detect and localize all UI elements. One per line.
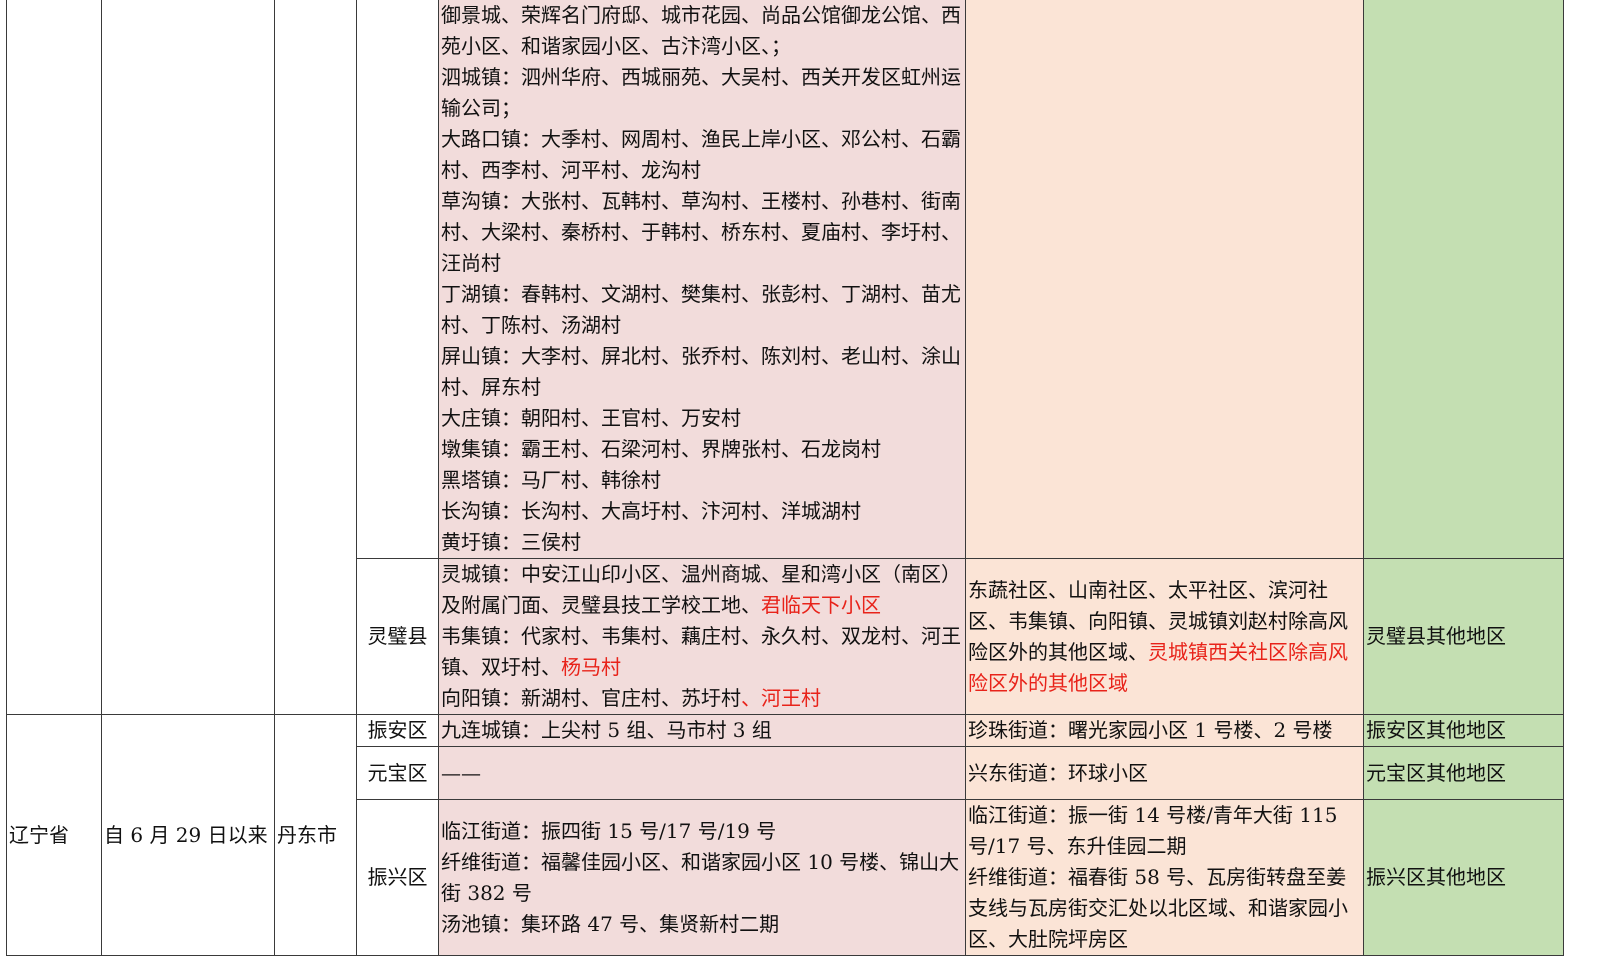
low-risk-line: 兴东街道：环球小区 (968, 760, 1148, 785)
mid-risk-line: 黄圩镇：三侯村 (441, 530, 581, 554)
district-cell: 元宝区 (356, 746, 439, 800)
low-risk-line: 纤维街道：福春街 58 号、瓦房街转盘至姜支线与瓦房街交汇处以北区域、和谐家园小… (968, 865, 1348, 951)
mid-risk-list: 御景城、荣辉名门府邸、城市花园、尚品公馆御龙公馆、西苑小区、和谐家园小区、古汴湾… (441, 0, 963, 558)
district-name: 振安区 (367, 718, 428, 742)
risk-area-table: 御景城、荣辉名门府邸、城市花园、尚品公馆御龙公馆、西苑小区、和谐家园小区、古汴湾… (6, 0, 1564, 956)
low-risk-line: 临江街道：振一街 14 号楼/青年大街 115 号/17 号、东升佳园二期 (968, 803, 1338, 858)
mid-risk-line: 屏山镇：大李村、屏北村、张乔村、陈刘村、老山村、涂山村、屏东村 (441, 344, 961, 399)
normal-area-text: 振兴区其他地区 (1366, 865, 1506, 889)
normal-cell: 元宝区其他地区 (1363, 746, 1564, 800)
table-row: 辽宁省 自 6 月 29 日以来 丹东市 振安区 九连城镇：上尖村 5 组、马市… (6, 714, 1564, 956)
province-name: 辽宁省 (9, 822, 69, 847)
mid-risk-line: 向阳镇：新湖村、官庄村、苏圩村、河王村 (441, 686, 821, 710)
mid-risk-line: 纤维街道：福馨佳园小区、和谐家园小区 10 号楼、锦山大街 382 号 (441, 849, 960, 905)
province-cell: 辽宁省 (6, 714, 102, 956)
mid-risk-line: 大庄镇：朝阳村、王官村、万安村 (441, 406, 741, 430)
normal-area-text: 元宝区其他地区 (1366, 760, 1506, 785)
mid-risk-line: 墩集镇：霸王村、石梁河村、界牌张村、石龙岗村 (441, 437, 881, 461)
district-cell: 振安区 (356, 714, 439, 747)
normal-area-text: 灵璧县其他地区 (1366, 624, 1506, 648)
period-cell-prev (101, 0, 275, 715)
city-cell: 丹东市 (274, 714, 357, 956)
mid-risk-line: 草沟镇：大张村、瓦韩村、草沟村、王楼村、孙巷村、街南村、大梁村、秦桥村、于韩村、… (441, 189, 961, 275)
district-name: 灵璧县 (367, 624, 428, 648)
normal-cell: 振兴区其他地区 (1363, 799, 1564, 956)
mid-risk-cell: —— (438, 746, 966, 800)
mid-risk-line: 韦集镇：代家村、韦集村、藕庄村、永久村、双龙村、河王镇、双圩村、杨马村 (441, 624, 961, 679)
mid-risk-cell: 临江街道：振四街 15 号/17 号/19 号 纤维街道：福馨佳园小区、和谐家园… (438, 799, 966, 956)
mid-risk-line: 丁湖镇：春韩村、文湖村、樊集村、张彭村、丁湖村、苗尤村、丁陈村、汤湖村 (441, 282, 961, 337)
highlighted-place: 、河王村 (741, 686, 821, 710)
low-risk-cell-top (965, 0, 1364, 559)
city-name: 丹东市 (277, 822, 337, 847)
normal-cell: 振安区其他地区 (1363, 714, 1564, 747)
mid-risk-line: 泗城镇：泗州华府、西城丽苑、大吴村、西关开发区虹州运输公司； (441, 65, 961, 120)
mid-risk-line: 大路口镇：大季村、网周村、渔民上岸小区、邓公村、石霸村、西李村、河平村、龙沟村 (441, 127, 961, 182)
highlighted-place: 君临天下小区 (761, 593, 881, 617)
mid-risk-line: —— (441, 760, 481, 785)
mid-risk-cell: 九连城镇：上尖村 5 组、马市村 3 组 (438, 714, 966, 747)
normal-area-text: 振安区其他地区 (1366, 718, 1506, 742)
mid-risk-line: 黑塔镇：马厂村、韩徐村 (441, 468, 661, 492)
mid-risk-line: 九连城镇：上尖村 5 组、马市村 3 组 (441, 718, 772, 742)
normal-cell-top (1363, 0, 1564, 559)
mid-risk-line: 长沟镇：长沟村、大高圩村、汴河村、洋城湖村 (441, 499, 861, 523)
low-risk-line: 珍珠街道：曙光家园小区 1 号楼、2 号楼 (968, 718, 1333, 742)
city-cell-prev (274, 0, 357, 715)
mid-risk-line: 御景城、荣辉名门府邸、城市花园、尚品公馆御龙公馆、西苑小区、和谐家园小区、古汴湾… (441, 3, 961, 58)
district-name: 元宝区 (367, 760, 428, 785)
highlighted-place: 杨马村 (561, 655, 621, 679)
district-cell-lingbi: 灵璧县 (356, 558, 439, 715)
period-cell: 自 6 月 29 日以来 (101, 714, 275, 956)
province-cell-prev (6, 0, 102, 715)
table-row: 御景城、荣辉名门府邸、城市花园、尚品公馆御龙公馆、西苑小区、和谐家园小区、古汴湾… (6, 0, 1564, 715)
period-text: 自 6 月 29 日以来 (104, 822, 268, 847)
normal-cell-lingbi: 灵璧县其他地区 (1363, 558, 1564, 715)
mid-risk-line: 临江街道：振四街 15 号/17 号/19 号 (441, 818, 777, 843)
mid-risk-line: 汤池镇：集环路 47 号、集贤新村二期 (441, 911, 780, 936)
mid-risk-line: 灵城镇：中安江山印小区、温州商城、星和湾小区（南区）及附属门面、灵璧县技工学校工… (441, 562, 961, 617)
district-cell: 振兴区 (356, 799, 439, 956)
low-risk-cell: 兴东街道：环球小区 (965, 746, 1364, 800)
low-risk-cell-lingbi: 东蔬社区、山南社区、太平社区、滨河社区、韦集镇、向阳镇、灵城镇刘赵村除高风险区外… (965, 558, 1364, 715)
district-cell-prev (356, 0, 439, 559)
low-risk-cell: 珍珠街道：曙光家园小区 1 号楼、2 号楼 (965, 714, 1364, 747)
mid-risk-cell-lingbi: 灵城镇：中安江山印小区、温州商城、星和湾小区（南区）及附属门面、灵璧县技工学校工… (438, 558, 966, 715)
low-risk-cell: 临江街道：振一街 14 号楼/青年大街 115 号/17 号、东升佳园二期 纤维… (965, 799, 1364, 956)
district-name: 振兴区 (367, 865, 428, 889)
mid-risk-cell-top: 御景城、荣辉名门府邸、城市花园、尚品公馆御龙公馆、西苑小区、和谐家园小区、古汴湾… (438, 0, 966, 559)
